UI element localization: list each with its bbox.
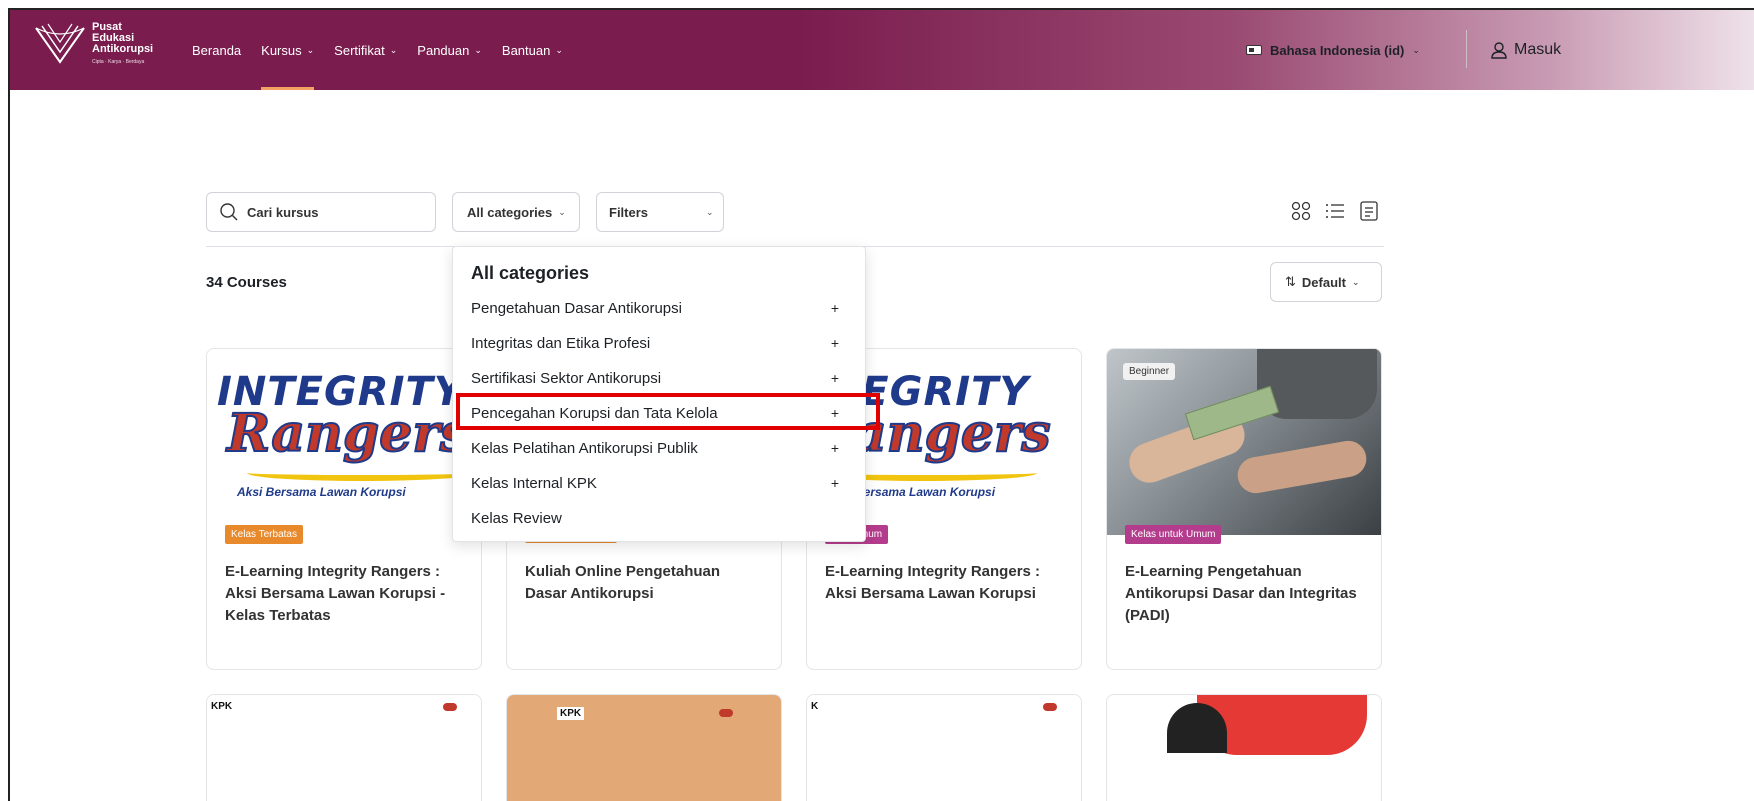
expand-icon[interactable]: + [831,475,839,491]
navbar-divider [1466,30,1467,68]
list-view-icon[interactable] [1324,200,1346,222]
category-item[interactable]: Kelas Internal KPK + [471,468,851,498]
category-label: Kelas Review [471,509,562,527]
nav-label: Sertifikat [334,42,385,58]
site-logo[interactable]: Pusat Edukasi Antikorupsi Cipta · Karya … [34,20,194,70]
course-title[interactable]: E-Learning Pengetahuan Antikorupsi Dasar… [1125,561,1365,627]
course-card[interactable]: INTEGRITY Rangers Aksi Bersama Lawan Kor… [206,348,482,670]
chevron-down-icon: ⌄ [1412,44,1420,55]
chevron-down-icon: ⌄ [706,206,714,217]
language-label: Bahasa Indonesia (id) [1270,42,1405,58]
logo-text: Pusat Edukasi Antikorupsi Cipta · Karya … [92,22,153,68]
category-label: Pengetahuan Dasar Antikorupsi [471,299,682,317]
chevron-down-icon: ⌄ [474,44,482,55]
course-badge: Kelas untuk Umum [1125,525,1222,544]
nav-label: Kursus [261,42,302,58]
course-card[interactable]: Beginner Kelas untuk Umum E-Learning Pen… [1106,348,1382,670]
chevron-down-icon: ⌄ [1351,276,1360,287]
category-item[interactable]: Kelas Review [471,503,851,533]
nav-item-beranda[interactable]: Beranda [182,10,251,90]
integrity-rangers-logo: INTEGRITY Rangers Aksi Bersama Lawan Kor… [217,369,477,509]
level-badge: Beginner [1123,363,1176,380]
course-title[interactable]: E-Learning Integrity Rangers : Aksi Bers… [825,561,1065,605]
brand-mark-icon [719,709,733,717]
filters-button[interactable]: Filters ⌄ [596,192,724,232]
logo-line-3: Antikorupsi [92,43,154,55]
kpk-logo: KPK [557,707,585,720]
category-label: Integritas dan Etika Profesi [471,334,651,352]
sort-icon: ⇅ [1285,274,1296,289]
course-count: 34 Courses [206,274,287,291]
brand-mark-icon [443,703,457,711]
search-input[interactable]: Cari kursus [206,192,436,232]
category-item[interactable]: Kelas Pelatihan Antikorupsi Publik + [471,433,851,463]
chevron-down-icon: ⌄ [558,206,566,217]
categories-dropdown-button[interactable]: All categories ⌄ [452,192,580,232]
nav-label: Panduan [417,42,470,58]
nav-label: Beranda [192,42,242,58]
course-image: Beginner [1107,349,1381,535]
logo-icon [35,23,85,64]
kpk-logo: KPK [211,701,233,712]
nav-item-kursus[interactable]: Kursus ⌄ [251,10,324,90]
category-label: Kelas Internal KPK [471,474,597,492]
expand-icon[interactable]: + [831,300,839,316]
brand-mark-icon [1043,703,1057,711]
logo-tagline: Cipta · Karya · Berdaya [92,59,145,65]
course-card[interactable]: K [806,694,1082,801]
category-item[interactable]: Pengetahuan Dasar Antikorupsi + [471,293,851,323]
logo-swoosh [247,465,477,481]
highlight-box [456,393,880,430]
nav-item-sertifikat[interactable]: Sertifikat ⌄ [324,10,407,90]
course-title[interactable]: E-Learning Integrity Rangers : Aksi Bers… [225,561,465,627]
page-frame: Pusat Edukasi Antikorupsi Cipta · Karya … [8,8,1754,801]
summary-view-icon[interactable] [1358,200,1380,222]
chevron-down-icon: ⌄ [306,44,315,55]
view-toggle-group [1290,200,1380,222]
logo-tagline: Aksi Bersama Lawan Korupsi [237,485,406,499]
course-image: INTEGRITY Rangers Aksi Bersama Lawan Kor… [207,349,481,535]
main-nav: Beranda Kursus ⌄ Sertifikat ⌄ Panduan ⌄ … [182,10,573,90]
top-navbar: Pusat Edukasi Antikorupsi Cipta · Karya … [10,10,1754,90]
categories-label: All categories [467,204,553,220]
category-label: Sertifikasi Sektor Antikorupsi [471,369,662,387]
expand-icon[interactable]: + [831,335,839,351]
language-selector[interactable]: Bahasa Indonesia (id) ⌄ [1246,10,1420,90]
sort-dropdown-button[interactable]: ⇅ Default ⌄ [1270,262,1382,302]
login-label: Masuk [1514,41,1562,58]
filters-label: Filters [609,204,649,220]
sort-label: Default [1301,274,1346,290]
chevron-down-icon: ⌄ [389,44,398,55]
dropdown-title: All categories [471,263,590,283]
expand-icon[interactable]: + [831,440,839,456]
search-icon [220,203,238,221]
course-card[interactable] [1106,694,1382,801]
category-label: Kelas Pelatihan Antikorupsi Publik [471,439,698,457]
course-card[interactable]: KPK [506,694,782,801]
course-badge: Kelas Terbatas [225,525,303,544]
kpk-logo: K [811,701,819,712]
nav-item-panduan[interactable]: Panduan ⌄ [407,10,492,90]
search-placeholder: Cari kursus [247,204,319,220]
nav-item-bantuan[interactable]: Bantuan ⌄ [492,10,573,90]
chevron-down-icon: ⌄ [555,44,563,55]
photo-hand [1234,437,1370,497]
expand-icon[interactable]: + [831,370,839,386]
grid-view-icon[interactable] [1290,200,1312,222]
login-button[interactable]: Masuk [1490,10,1561,90]
user-icon [1491,42,1507,59]
course-card[interactable]: KPK [206,694,482,801]
category-item[interactable]: Sertifikasi Sektor Antikorupsi + [471,363,851,393]
language-icon [1246,45,1262,55]
category-item[interactable]: Integritas dan Etika Profesi + [471,328,851,358]
logo-word-rangers: angers [852,402,1052,465]
logo-word-rangers: Rangers [226,402,470,465]
course-title[interactable]: Kuliah Online Pengetahuan Dasar Antikoru… [525,561,765,605]
nav-label: Bantuan [501,42,551,58]
